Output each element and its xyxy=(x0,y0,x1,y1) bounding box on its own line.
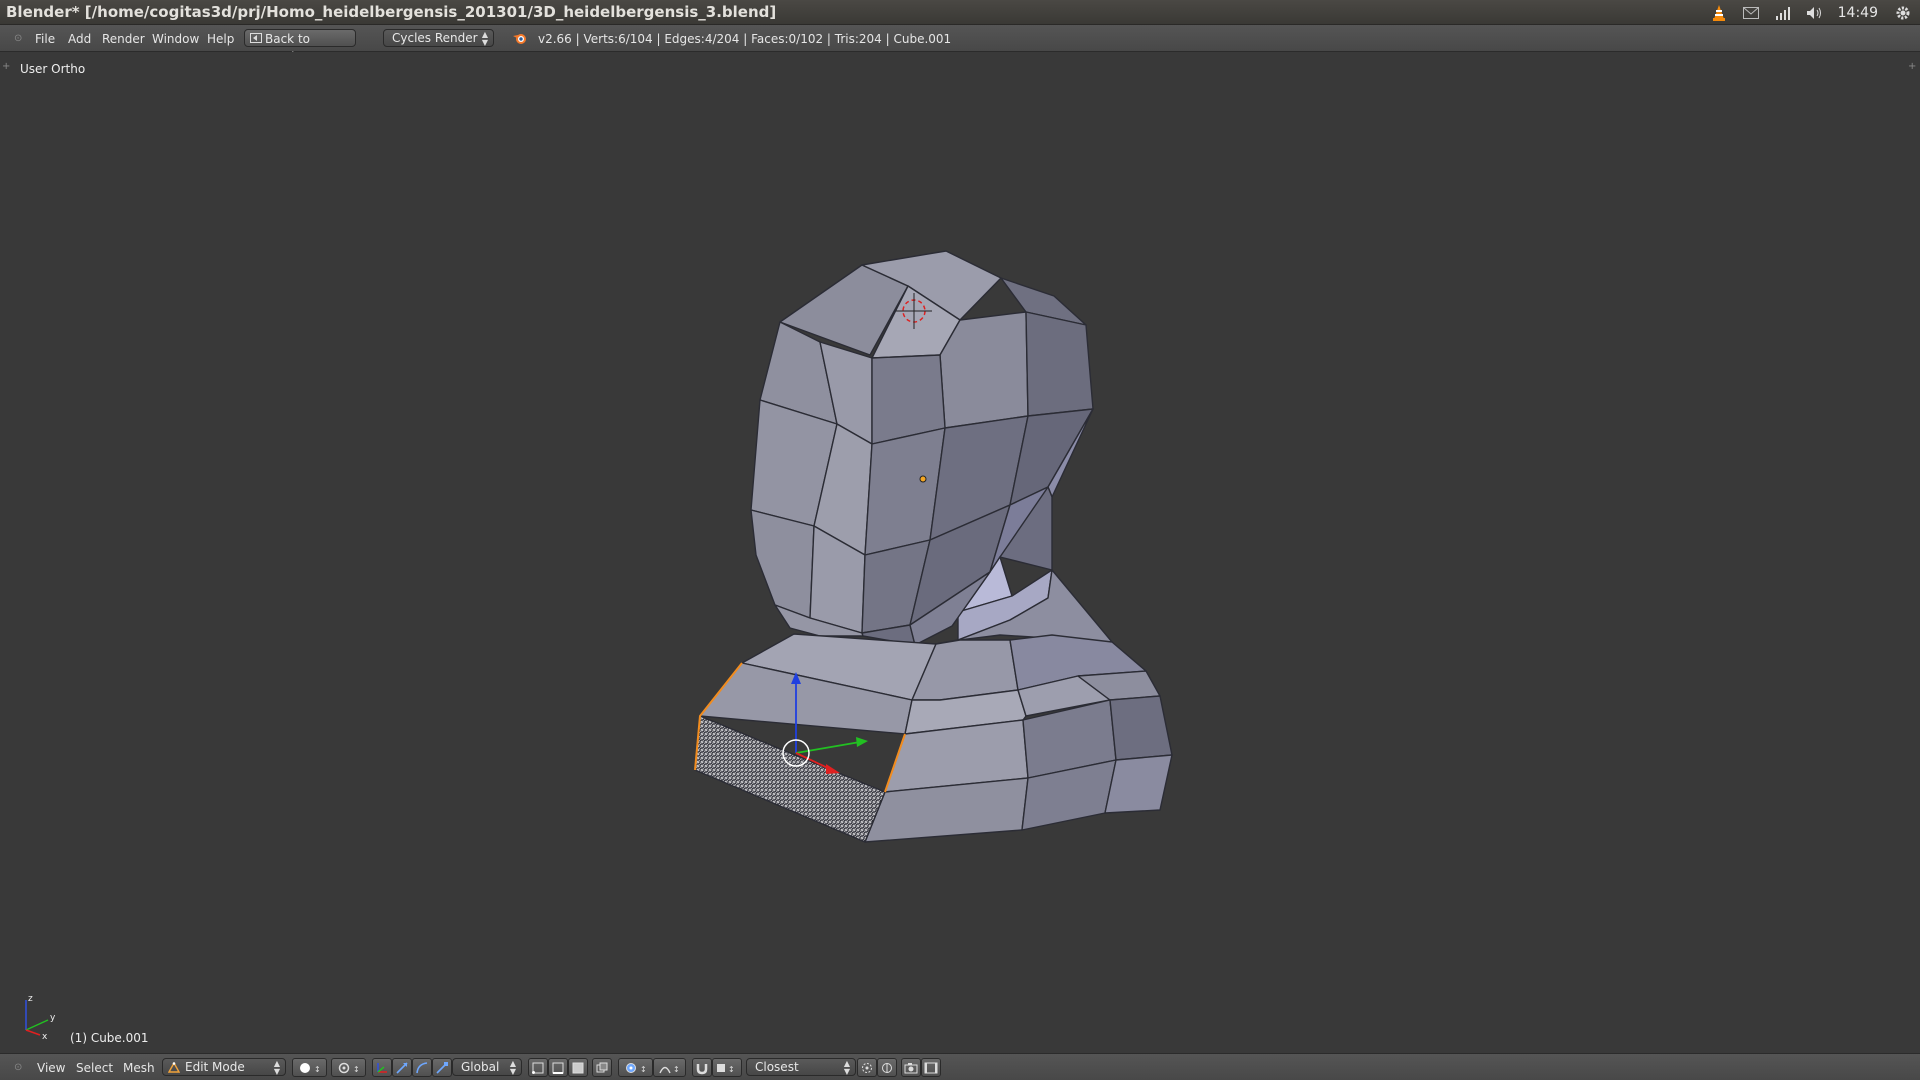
system-tray: 14:49 xyxy=(1710,0,1920,25)
snap-rotation-icon xyxy=(862,1062,872,1073)
occlude-geometry-icon xyxy=(596,1062,608,1072)
network-icon[interactable] xyxy=(1774,4,1792,22)
svg-text:↕: ↕ xyxy=(314,1065,321,1074)
proportional-editing-select[interactable]: ↕ xyxy=(618,1058,653,1077)
axis-z-label: z xyxy=(28,994,33,1004)
face-select-icon xyxy=(572,1062,584,1073)
pivot-point-select[interactable]: ↕ xyxy=(331,1058,366,1077)
menu-view[interactable]: View xyxy=(37,1061,65,1075)
snap-align-rotation-button[interactable] xyxy=(857,1058,877,1077)
rotate-manipulator-button[interactable] xyxy=(412,1058,432,1077)
menu-mesh[interactable]: Mesh xyxy=(123,1061,155,1075)
snap-increment-icon: ↕ xyxy=(717,1063,735,1074)
proportional-editing-icon: ↕ xyxy=(625,1062,647,1074)
translate-arrow-icon xyxy=(396,1061,408,1074)
active-object-label: (1) Cube.001 xyxy=(70,1031,149,1045)
mesh-face xyxy=(1025,311,1094,417)
screen-back-icon xyxy=(250,33,262,43)
scale-icon xyxy=(436,1061,448,1074)
transform-orientation-select[interactable]: Global ▲ ▼ xyxy=(452,1058,522,1076)
scale-manipulator-button[interactable] xyxy=(432,1058,452,1077)
svg-text:↕: ↕ xyxy=(353,1065,360,1074)
vlc-icon[interactable] xyxy=(1710,4,1728,22)
vertex-select-mode-button[interactable] xyxy=(528,1058,548,1077)
window-titlebar: Blender* [/home/cogitas3d/prj/Homo_heide… xyxy=(0,0,1920,25)
scene-statistics: v2.66 | Verts:6/104 | Edges:4/204 | Face… xyxy=(538,32,952,46)
viewport-shading-select[interactable]: ↕ xyxy=(292,1058,327,1077)
object-origin-dot xyxy=(919,475,927,483)
rotate-arc-icon xyxy=(416,1061,428,1073)
svg-text:↕: ↕ xyxy=(728,1065,735,1074)
menu-window[interactable]: Window xyxy=(152,32,199,46)
updown-arrow-icon: ▲ ▼ xyxy=(273,1059,280,1076)
svg-text:↕: ↕ xyxy=(673,1065,680,1074)
menu-render[interactable]: Render xyxy=(102,32,145,46)
camera-render-icon xyxy=(904,1062,918,1073)
snap-project-icon xyxy=(882,1062,892,1073)
axis-gizmo xyxy=(25,1000,49,1036)
volume-icon[interactable] xyxy=(1806,4,1824,22)
menu-help[interactable]: Help xyxy=(207,32,234,46)
window-title: Blender* [/home/cogitas3d/prj/Homo_heide… xyxy=(6,3,777,21)
settings-gear-icon[interactable] xyxy=(1894,4,1912,22)
info-header: ⊙ File Add Render Window Help Back to Pr… xyxy=(0,25,1920,64)
3d-view-header: ⊙ View Select Mesh Edit Mode ▲ ▼ ↕ ↕ Glob… xyxy=(0,1053,1920,1080)
svg-text:↕: ↕ xyxy=(640,1065,647,1074)
translate-manipulator-button[interactable] xyxy=(392,1058,412,1077)
manipulator-toggle[interactable] xyxy=(372,1058,392,1077)
pivot-point-icon: ↕ xyxy=(338,1062,360,1074)
mesh-face xyxy=(1104,754,1173,814)
vertex-select-icon xyxy=(532,1062,544,1074)
snap-target-select[interactable]: Closest ▲ ▼ xyxy=(746,1058,856,1076)
face-select-mode-button[interactable] xyxy=(568,1058,588,1077)
selected-face xyxy=(694,715,886,843)
render-engine-select[interactable]: Cycles Render ▲ ▼ xyxy=(383,29,494,47)
editor-type-icon[interactable]: ⊙ xyxy=(14,1063,24,1073)
axis-x-label: x xyxy=(42,1032,48,1042)
snap-toggle-button[interactable] xyxy=(692,1058,712,1077)
solid-shading-icon: ↕ xyxy=(299,1062,321,1074)
snap-project-button[interactable] xyxy=(877,1058,897,1077)
snap-target-label: Closest xyxy=(755,1060,799,1074)
mesh-face xyxy=(1109,695,1173,761)
back-to-previous-button[interactable]: Back to Previous xyxy=(244,29,356,64)
mode-select[interactable]: Edit Mode ▲ ▼ xyxy=(162,1058,286,1076)
3d-viewport[interactable]: User Ortho + + z y x (1) Cube.001 xyxy=(0,52,1920,1053)
edge-select-icon xyxy=(552,1062,564,1074)
clock[interactable]: 14:49 xyxy=(1838,5,1878,21)
manipulator-icon xyxy=(377,1062,387,1073)
film-render-icon xyxy=(924,1062,938,1073)
limit-selection-visible-button[interactable] xyxy=(592,1058,612,1077)
editor-type-icon[interactable]: ⊙ xyxy=(14,34,24,44)
menu-file[interactable]: File xyxy=(35,32,55,46)
updown-arrow-icon: ▲ ▼ xyxy=(509,1059,516,1076)
falloff-select[interactable]: ↕ xyxy=(653,1058,686,1077)
opengl-render-image-button[interactable] xyxy=(901,1058,921,1077)
edge-select-mode-button[interactable] xyxy=(548,1058,568,1077)
blender-logo-icon xyxy=(513,34,526,44)
mesh-face xyxy=(750,509,815,619)
render-engine-label: Cycles Render xyxy=(392,31,478,45)
mesh-render xyxy=(25,250,1173,1036)
axis-y-label: y xyxy=(50,1013,56,1023)
updown-arrow-icon: ▲ ▼ xyxy=(843,1059,850,1076)
mail-icon[interactable] xyxy=(1742,4,1760,22)
menu-add[interactable]: Add xyxy=(68,32,91,46)
menu-select[interactable]: Select xyxy=(76,1061,113,1075)
updown-arrow-icon: ▲ ▼ xyxy=(481,30,488,47)
magnet-icon xyxy=(696,1063,708,1074)
falloff-curve-icon: ↕ xyxy=(658,1065,680,1074)
opengl-render-animation-button[interactable] xyxy=(921,1058,941,1077)
edit-mode-icon xyxy=(168,1062,180,1073)
orientation-label: Global xyxy=(461,1060,500,1074)
snap-element-select[interactable]: ↕ xyxy=(712,1058,742,1077)
mode-label: Edit Mode xyxy=(185,1060,245,1074)
